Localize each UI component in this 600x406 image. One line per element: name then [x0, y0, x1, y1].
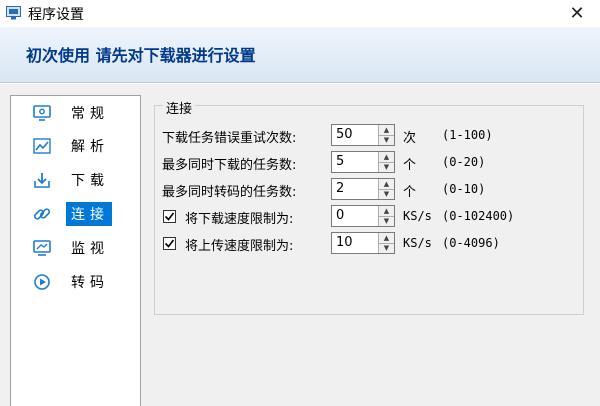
spin-down-icon[interactable]: ▼ [379, 134, 394, 145]
banner-text: 初次使用 请先对下载器进行设置 [26, 46, 256, 65]
spin-down-icon[interactable]: ▼ [379, 242, 394, 253]
download-speed-range: (0-102400) [442, 209, 515, 223]
spin-down-icon[interactable]: ▼ [379, 188, 394, 199]
limit-download-speed-label: 将下载速度限制为: [185, 212, 294, 227]
upload-speed-unit: KS/s [403, 236, 432, 250]
monitor-icon [32, 238, 52, 258]
limit-upload-speed-label: 将上传速度限制为: [185, 239, 294, 254]
spin-down-icon[interactable]: ▼ [379, 161, 394, 172]
monitor-gear-icon [32, 103, 52, 123]
sidebar-item-transcode[interactable]: 转码 [32, 268, 112, 296]
header-banner: 初次使用 请先对下载器进行设置 [0, 27, 600, 83]
sidebar-item-label: 常规 [71, 106, 109, 122]
max-transcode-tasks-label: 最多同时转码的任务数: [162, 185, 297, 200]
convert-icon [32, 272, 52, 292]
upload-speed-range: (0-4096) [442, 236, 500, 250]
retry-count-label: 下载任务错误重试次数: [162, 131, 297, 146]
chart-icon [32, 136, 52, 156]
title-bar: 程序设置 ✕ [0, 0, 600, 27]
sidebar-item-connection[interactable]: 连接 [32, 200, 112, 228]
spin-up-icon[interactable]: ▲ [379, 125, 394, 135]
link-icon [32, 204, 52, 224]
download-speed-unit: KS/s [403, 209, 432, 223]
max-transcode-tasks-input[interactable]: 2 [332, 179, 378, 199]
limit-upload-speed-checkbox[interactable] [163, 237, 176, 250]
sidebar-item-general[interactable]: 常规 [32, 99, 112, 127]
download-icon [32, 170, 52, 190]
download-speed-input[interactable]: 0 [332, 206, 378, 226]
sidebar-item-monitor[interactable]: 监视 [32, 234, 112, 262]
close-icon: ✕ [569, 3, 585, 24]
sidebar-item-download[interactable]: 下载 [32, 166, 112, 194]
upload-speed-spinner[interactable]: 10 ▲ ▼ [331, 232, 395, 254]
close-button[interactable]: ✕ [554, 0, 600, 27]
max-download-tasks-range: (0-20) [442, 155, 486, 169]
retry-count-spinner[interactable]: 50 ▲ ▼ [331, 124, 395, 146]
max-download-tasks-input[interactable]: 5 [332, 152, 378, 172]
window-title: 程序设置 [28, 7, 84, 23]
sidebar-item-label: 下载 [71, 173, 109, 189]
sidebar-item-label: 解析 [71, 139, 109, 155]
sidebar-item-label: 监视 [71, 241, 109, 257]
max-download-tasks-spinner[interactable]: 5 ▲ ▼ [331, 151, 395, 173]
checkmark-icon [164, 239, 175, 248]
sidebar-item-label: 转码 [71, 275, 109, 291]
spin-up-icon[interactable]: ▲ [379, 206, 394, 216]
max-download-tasks-unit: 个 [403, 158, 417, 173]
max-transcode-tasks-range: (0-10) [442, 182, 486, 196]
max-transcode-tasks-unit: 个 [403, 185, 417, 200]
max-download-tasks-label: 最多同时下载的任务数: [162, 158, 297, 173]
upload-speed-input[interactable]: 10 [332, 233, 378, 253]
spin-up-icon[interactable]: ▲ [379, 233, 394, 243]
retry-count-range: (1-100) [442, 128, 493, 142]
sidebar-item-label: 连接 [66, 202, 112, 226]
checkmark-icon [164, 212, 175, 221]
retry-count-input[interactable]: 50 [332, 125, 378, 145]
group-title: 连接 [163, 98, 196, 117]
app-icon [6, 6, 21, 20]
spin-up-icon[interactable]: ▲ [379, 179, 394, 189]
retry-count-unit: 次 [403, 131, 417, 146]
spin-down-icon[interactable]: ▼ [379, 215, 394, 226]
limit-download-speed-checkbox[interactable] [163, 210, 176, 223]
download-speed-spinner[interactable]: 0 ▲ ▼ [331, 205, 395, 227]
spin-up-icon[interactable]: ▲ [379, 152, 394, 162]
max-transcode-tasks-spinner[interactable]: 2 ▲ ▼ [331, 178, 395, 200]
sidebar-item-parse[interactable]: 解析 [32, 132, 112, 160]
settings-sidebar: 常规 解析 下载 连接 监视 转码 [10, 95, 141, 406]
